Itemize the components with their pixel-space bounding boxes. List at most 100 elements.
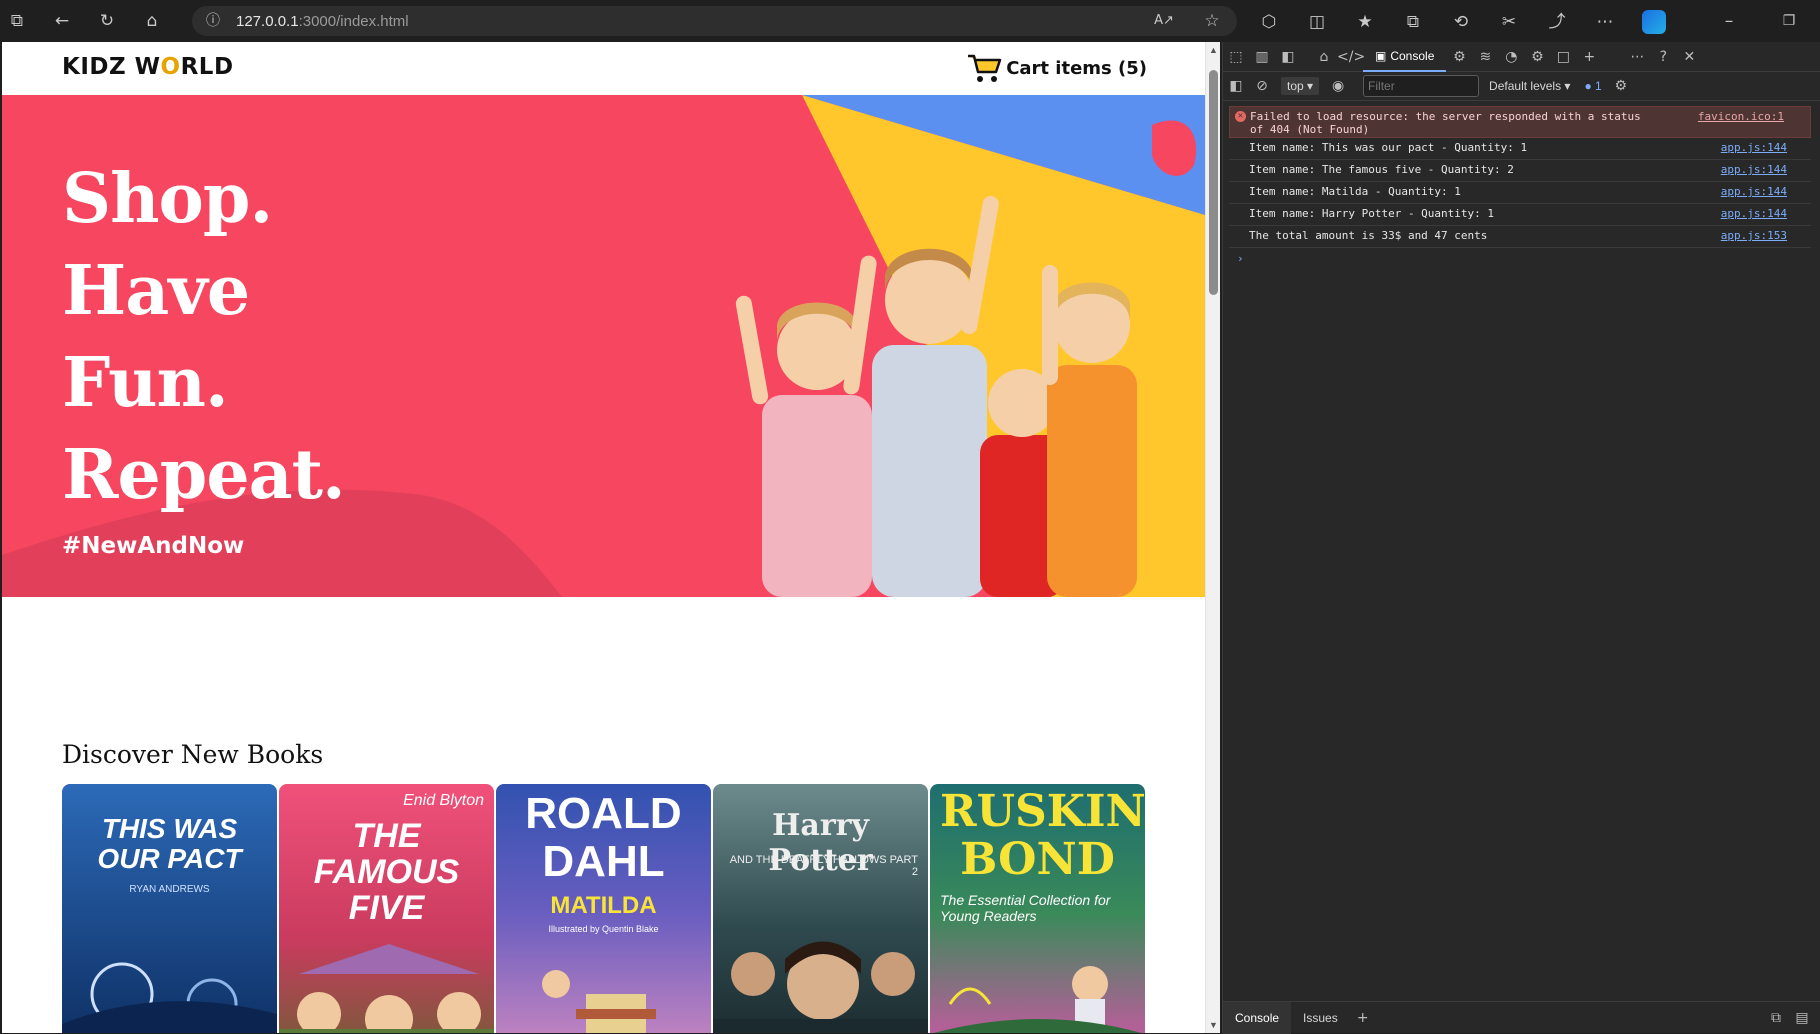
hero-headline: Shop. Have Fun. Repeat.: [62, 153, 346, 521]
extensions-icon[interactable]: ⬡: [1258, 11, 1280, 33]
page-scrollbar[interactable]: ▲ ▼: [1205, 42, 1220, 1033]
log-text: Item name: Harry Potter - Quantity: 1: [1249, 207, 1495, 220]
history-icon[interactable]: ⟲: [1450, 11, 1472, 33]
live-expression-eye-icon[interactable]: ◉: [1325, 78, 1351, 94]
book-card-harry-potter[interactable]: Harry Potter AND THE DEATHLY HALLOWS PAR…: [713, 784, 928, 1033]
scroll-down-arrow-icon[interactable]: ▼: [1207, 1019, 1220, 1031]
drawer-tab-console[interactable]: Console: [1223, 1001, 1292, 1034]
cart-button[interactable]: Cart items (5): [966, 52, 1147, 84]
screenshot-icon[interactable]: ✂: [1498, 11, 1520, 33]
book-cover-art: [713, 941, 928, 1033]
copilot-icon[interactable]: [1642, 10, 1666, 34]
drawer-tab-issues[interactable]: Issues: [1291, 1011, 1350, 1025]
console-settings-icon[interactable]: ⚙: [1608, 78, 1634, 94]
console-log-row: The total amount is 33$ and 47 cents app.…: [1229, 226, 1811, 248]
book-card-this-was-our-pact[interactable]: THIS WAS OUR PACT RYAN ANDREWS: [62, 784, 277, 1033]
book-title: RUSKIN BOND: [940, 786, 1145, 885]
log-source-link[interactable]: app.js:144: [1721, 141, 1787, 154]
issues-badge[interactable]: ● 1: [1584, 79, 1601, 93]
book-card-ruskin-bond[interactable]: RUSKIN BOND The Essential Collection for…: [930, 784, 1145, 1033]
home-icon[interactable]: ⌂: [141, 10, 163, 32]
scrollbar-thumb[interactable]: [1209, 70, 1218, 295]
welcome-home-icon[interactable]: ⌂: [1311, 49, 1337, 65]
book-card-famous-five[interactable]: Enid Blyton THE FAMOUS FIVE: [279, 784, 494, 1033]
console-filter-input[interactable]: [1363, 75, 1480, 97]
error-source-link[interactable]: favicon.ico:1: [1698, 110, 1784, 123]
hero-banner: Shop. Have Fun. Repeat. #NewAndNow: [2, 95, 1205, 597]
book-cover-art: [542, 970, 656, 1033]
log-text: The total amount is 33$ and 47 cents: [1249, 229, 1488, 242]
console-log-row: Item name: The famous five - Quantity: 2…: [1229, 160, 1811, 182]
devtools-panel: ⬚ ▥ ◧ ⌂ </> ▣ Console ⚙ ≋ ◔ ⚙ □ + ⋯ ? ✕ ◧…: [1222, 42, 1820, 1034]
context-selector[interactable]: top ▾: [1281, 77, 1320, 95]
book-list: THIS WAS OUR PACT RYAN ANDREWS Enid Blyt…: [62, 784, 1145, 1033]
book-title: THE FAMOUS FIVE: [313, 817, 460, 927]
hero-hashtag: #NewAndNow: [62, 533, 245, 559]
split-screen-icon[interactable]: ◫: [1306, 11, 1328, 33]
close-devtools-icon[interactable]: ✕: [1676, 49, 1702, 65]
log-levels-label: Default levels: [1489, 79, 1562, 93]
sources-bug-icon[interactable]: ⚙: [1446, 49, 1472, 65]
console-toolbar: ◧ ⊘ top ▾ ◉ Default levels ▾ ● 1 ⚙: [1223, 72, 1820, 101]
favorite-star-icon[interactable]: ☆: [1201, 10, 1223, 32]
book-card-matilda[interactable]: ROALD DAHL MATILDA Illustrated by Quenti…: [496, 784, 711, 1033]
add-tab-plus-icon[interactable]: +: [1576, 49, 1602, 65]
application-icon[interactable]: □: [1550, 49, 1576, 65]
settings-gear-icon[interactable]: ⚙: [1524, 49, 1550, 65]
more-options-icon[interactable]: ⋯: [1624, 49, 1650, 65]
book-cover-art: [62, 962, 277, 1033]
address-bar[interactable]: ⓘ 127.0.0.1:3000/index.html A↗ ☆: [192, 6, 1237, 36]
share-icon[interactable]: ⤴: [1546, 11, 1568, 33]
minimize-icon[interactable]: –: [1718, 10, 1740, 32]
context-value: top: [1287, 79, 1304, 93]
dock-side-icon[interactable]: ◧: [1275, 49, 1301, 65]
log-source-link[interactable]: app.js:144: [1721, 207, 1787, 220]
log-source-link[interactable]: app.js:144: [1721, 163, 1787, 176]
log-text: Item name: This was our pact - Quantity:…: [1249, 141, 1528, 154]
log-levels-dropdown[interactable]: Default levels ▾: [1489, 79, 1570, 93]
site-logo[interactable]: KIDZ WORLD: [62, 54, 234, 80]
book-author: MATILDA: [550, 892, 657, 919]
collapse-drawer-icon[interactable]: ▤: [1789, 1010, 1815, 1026]
add-drawer-tab-icon[interactable]: +: [1350, 1010, 1376, 1026]
network-wifi-icon[interactable]: ≋: [1472, 49, 1498, 65]
drawer-tab-bar: Console Issues + ⧉ ▤: [1223, 1001, 1820, 1034]
more-menu-icon[interactable]: ⋯: [1594, 11, 1616, 33]
url-text[interactable]: 127.0.0.1:3000/index.html: [236, 13, 409, 30]
restore-icon[interactable]: ❐: [1778, 10, 1800, 32]
cart-icon: [968, 54, 1002, 82]
log-source-link[interactable]: app.js:144: [1721, 185, 1787, 198]
console-log-row: Item name: Matilda - Quantity: 1 app.js:1…: [1229, 182, 1811, 204]
book-author: RYAN ANDREWS: [129, 884, 210, 895]
site-info-icon[interactable]: ⓘ: [202, 10, 224, 32]
book-subtitle: AND THE DEATHLY HALLOWS PART 2: [729, 854, 918, 878]
book-cover-art: [933, 966, 1142, 1033]
collections-icon[interactable]: ⧉: [1402, 11, 1424, 33]
log-source-link[interactable]: app.js:153: [1721, 229, 1787, 242]
favorites-icon[interactable]: ★: [1354, 11, 1376, 33]
browser-toolbar: ⧉ ← ↻ ⌂ ⓘ 127.0.0.1:3000/index.html A↗ ☆…: [0, 0, 1820, 42]
hero-line: Have: [62, 251, 250, 331]
book-cover-art: [279, 944, 494, 1033]
inspect-element-icon[interactable]: ⬚: [1223, 49, 1249, 65]
hero-line: Shop.: [62, 159, 273, 239]
console-output: ✕ Failed to load resource: the server re…: [1229, 106, 1811, 265]
books-section-title: Discover New Books: [62, 740, 324, 769]
console-prompt[interactable]: ›: [1229, 252, 1811, 265]
back-icon[interactable]: ←: [51, 10, 73, 32]
help-icon[interactable]: ?: [1650, 49, 1676, 65]
workspaces-icon[interactable]: ⧉: [6, 10, 28, 32]
read-aloud-icon[interactable]: A↗: [1153, 10, 1175, 32]
scroll-up-arrow-icon[interactable]: ▲: [1207, 44, 1220, 56]
hero-line: Fun.: [62, 343, 229, 423]
refresh-icon[interactable]: ↻: [96, 10, 118, 32]
performance-icon[interactable]: ◔: [1498, 49, 1524, 65]
tab-console[interactable]: ▣ Console: [1363, 42, 1447, 72]
sidebar-toggle-icon[interactable]: ◧: [1223, 78, 1249, 94]
undock-drawer-icon[interactable]: ⧉: [1763, 1010, 1789, 1026]
clear-console-icon[interactable]: ⊘: [1249, 78, 1275, 94]
device-emulation-icon[interactable]: ▥: [1249, 49, 1275, 65]
elements-tab-icon[interactable]: </>: [1337, 49, 1365, 65]
book-title: THIS WAS OUR PACT: [97, 813, 242, 874]
console-error-message: ✕ Failed to load resource: the server re…: [1229, 106, 1811, 138]
